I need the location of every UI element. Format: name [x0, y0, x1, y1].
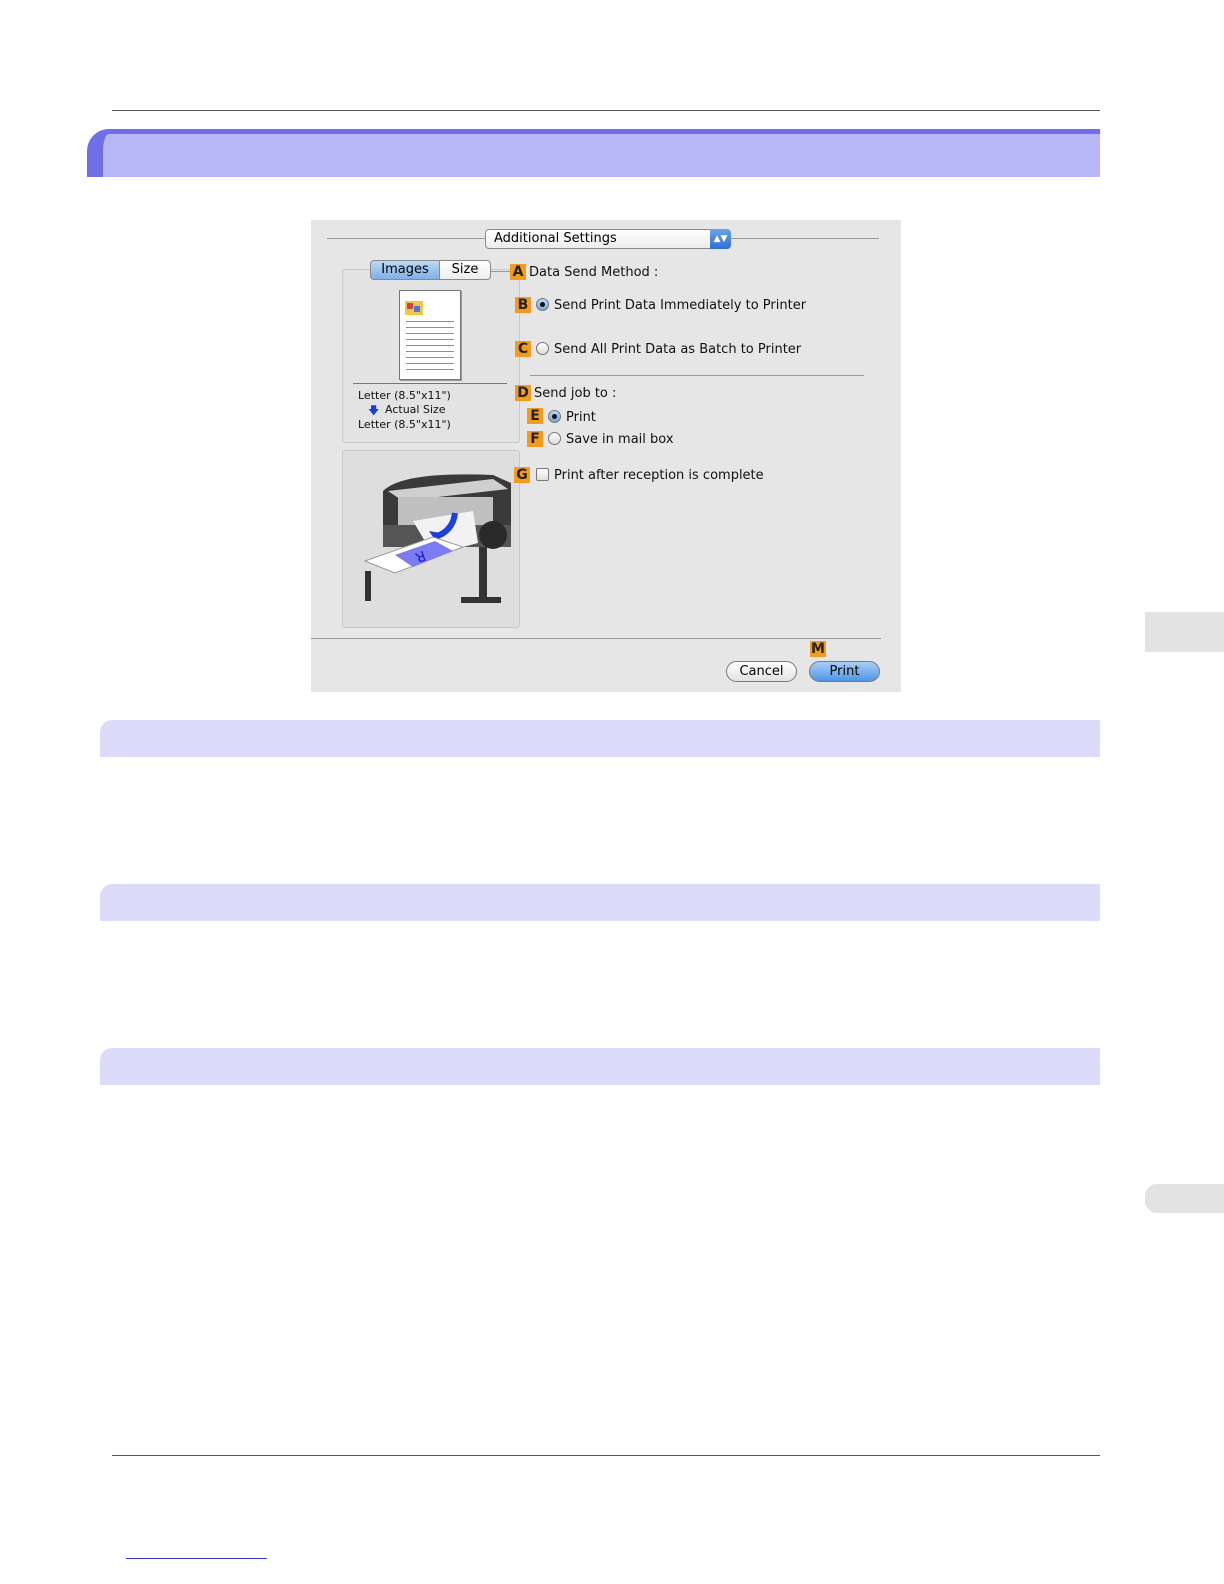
- popup-separator-right: [731, 238, 879, 239]
- send-job-to-label: Send job to :: [534, 386, 617, 401]
- subsection-band-3: [100, 1048, 1100, 1085]
- mailbox-radio[interactable]: [548, 432, 561, 445]
- preview-divider: [353, 383, 507, 384]
- printer-illustration: R: [363, 474, 511, 603]
- popup-separator-left: [327, 238, 485, 239]
- badge-b: B: [515, 297, 531, 313]
- options-divider: [530, 375, 864, 376]
- data-send-method-label: Data Send Method :: [529, 265, 659, 280]
- printer-illustration-box: R: [342, 450, 520, 628]
- badge-f: F: [527, 431, 543, 447]
- paper-preview-icon: [399, 290, 461, 380]
- tab-connector: [491, 271, 510, 272]
- popup-arrows-icon: ▲▼: [710, 229, 731, 249]
- footer-link-underline[interactable]: [126, 1558, 267, 1559]
- scale-label: Actual Size: [385, 403, 446, 416]
- send-immediately-radio[interactable]: [536, 298, 549, 311]
- send-batch-radio[interactable]: [536, 342, 549, 355]
- print-radio[interactable]: [548, 410, 561, 423]
- cancel-button[interactable]: Cancel: [726, 661, 797, 682]
- chapter-side-tab: [1145, 612, 1224, 652]
- print-button[interactable]: Print: [809, 661, 880, 682]
- section-title-band: [87, 129, 1100, 177]
- footer-divider: [311, 638, 881, 639]
- badge-a: A: [510, 264, 526, 280]
- subsection-band-1: [100, 720, 1100, 757]
- bottom-rule: [112, 1455, 1100, 1456]
- badge-d: D: [515, 385, 531, 401]
- paper-to-label: Letter (8.5"x11"): [358, 418, 451, 431]
- settings-panel-popup-label: Additional Settings: [494, 231, 617, 246]
- subsection-band-2: [100, 884, 1100, 921]
- badge-e: E: [527, 408, 543, 424]
- send-immediately-label[interactable]: Send Print Data Immediately to Printer: [554, 298, 806, 313]
- print-radio-label[interactable]: Print: [566, 410, 596, 425]
- paper-from-label: Letter (8.5"x11"): [358, 389, 451, 402]
- settings-panel-popup[interactable]: Additional Settings ▲▼: [485, 229, 731, 249]
- print-after-reception-label[interactable]: Print after reception is complete: [554, 468, 764, 483]
- tab-images[interactable]: Images: [370, 260, 440, 280]
- print-dialog: Additional Settings ▲▼ Images Size Lette…: [311, 220, 901, 692]
- tab-size[interactable]: Size: [439, 260, 491, 280]
- badge-g: G: [514, 467, 530, 483]
- page-side-tab: [1145, 1184, 1224, 1213]
- print-after-reception-checkbox[interactable]: [536, 468, 549, 481]
- image-thumbnail-icon: [405, 301, 423, 315]
- top-rule: [112, 110, 1100, 111]
- badge-m: M: [810, 641, 826, 657]
- send-batch-label[interactable]: Send All Print Data as Batch to Printer: [554, 342, 801, 357]
- mailbox-radio-label[interactable]: Save in mail box: [566, 432, 674, 447]
- badge-c: C: [515, 341, 531, 357]
